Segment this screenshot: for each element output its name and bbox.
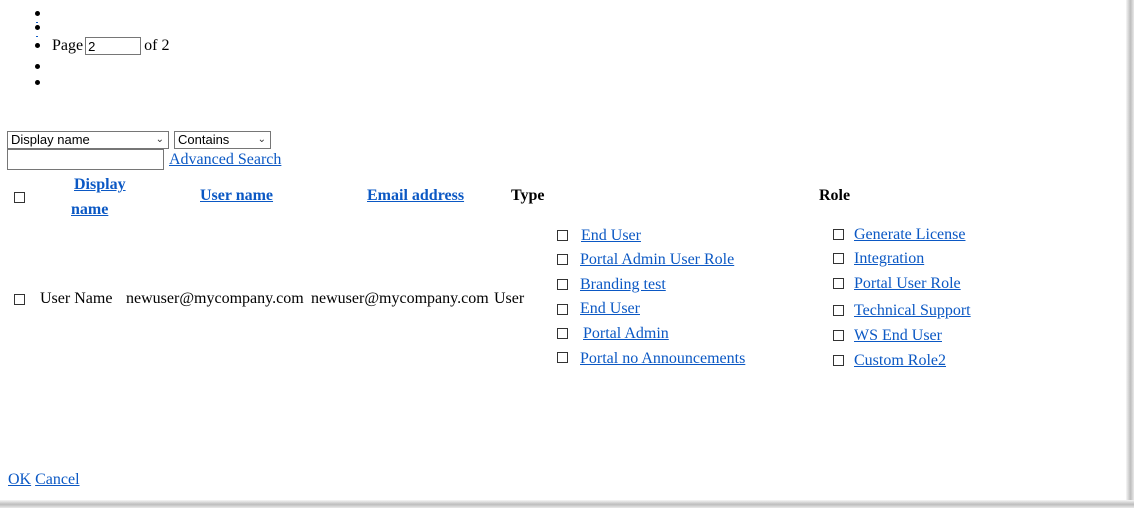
role-link[interactable]: WS End User <box>854 327 942 345</box>
pager-prev <box>10 20 40 34</box>
advanced-search-link[interactable]: Advanced Search <box>169 151 281 169</box>
display-name-header-line2: name <box>71 201 109 218</box>
search-input[interactable] <box>7 149 164 170</box>
pager-first <box>10 6 40 20</box>
role-checkbox[interactable] <box>833 253 844 264</box>
type-role-checkbox[interactable] <box>557 304 568 315</box>
row-user-name: newuser@mycompany.com <box>126 290 304 307</box>
type-role-link[interactable]: End User <box>580 300 640 318</box>
page-number-input[interactable] <box>85 37 142 56</box>
role-checkbox[interactable] <box>833 355 844 366</box>
previous-page-link[interactable] <box>36 26 38 40</box>
row-type: User <box>494 290 525 307</box>
page-label: Page <box>52 37 84 54</box>
row-email: newuser@mycompany.com <box>311 290 489 307</box>
type-role-checkbox[interactable] <box>557 352 568 363</box>
type-role-checkbox[interactable] <box>557 279 568 290</box>
search-operator-value: Contains <box>178 132 230 147</box>
type-role-checkbox[interactable] <box>557 230 568 241</box>
footer-actions: OK Cancel <box>8 471 80 489</box>
page-count: of 2 <box>144 37 170 54</box>
cancel-link[interactable]: Cancel <box>35 471 79 488</box>
role-link[interactable]: Integration <box>854 250 924 268</box>
pager-page: Page of 2 <box>10 34 169 58</box>
sort-user-name-link[interactable]: User name <box>200 187 273 205</box>
role-checkbox[interactable] <box>833 305 844 316</box>
type-role-link[interactable]: Branding test <box>580 276 666 294</box>
bullet-icon <box>35 80 40 85</box>
role-link[interactable]: Custom Role2 <box>854 352 946 370</box>
type-role-link[interactable]: End User <box>581 227 641 245</box>
select-all-checkbox[interactable] <box>14 192 25 203</box>
window-shadow-right <box>1126 0 1134 508</box>
window-shadow-bottom <box>0 500 1134 508</box>
pager: Page of 2 <box>10 6 169 94</box>
first-page-link[interactable] <box>36 12 38 26</box>
role-checkbox[interactable] <box>833 278 844 289</box>
row-checkbox[interactable] <box>14 294 25 305</box>
role-link[interactable]: Portal User Role <box>854 275 961 293</box>
type-role-link[interactable]: Portal Admin <box>583 325 669 343</box>
sort-email-link[interactable]: Email address <box>367 187 464 205</box>
type-role-checkbox[interactable] <box>557 254 568 265</box>
search-field-select[interactable]: Display name ⌄ <box>7 131 169 149</box>
display-name-header-line1: Display <box>74 176 126 193</box>
pager-next <box>10 58 40 76</box>
sort-display-name-link-line2[interactable]: name <box>71 201 108 219</box>
role-checkbox[interactable] <box>833 229 844 240</box>
role-checkbox[interactable] <box>833 330 844 341</box>
role-column-header: Role <box>819 187 851 204</box>
type-role-checkbox[interactable] <box>557 328 568 339</box>
search-operator-select[interactable]: Contains ⌄ <box>174 131 271 149</box>
role-link[interactable]: Technical Support <box>854 302 971 320</box>
chevron-down-icon: ⌄ <box>155 134 164 145</box>
type-role-link[interactable]: Portal no Announcements <box>580 350 745 368</box>
type-role-link[interactable]: Portal Admin User Role <box>580 251 734 269</box>
page-indicator: Page of 2 <box>52 34 169 58</box>
bullet-icon <box>35 43 40 48</box>
type-column-header: Type <box>511 187 545 204</box>
bullet-icon <box>35 64 40 69</box>
ok-link[interactable]: OK <box>8 471 31 488</box>
pager-last <box>10 76 40 94</box>
sort-display-name-link[interactable]: Display <box>74 176 126 194</box>
row-display-name: User Name <box>40 290 113 307</box>
chevron-down-icon: ⌄ <box>257 134 266 145</box>
search-field-value: Display name <box>11 132 90 147</box>
role-link[interactable]: Generate License <box>854 226 965 244</box>
